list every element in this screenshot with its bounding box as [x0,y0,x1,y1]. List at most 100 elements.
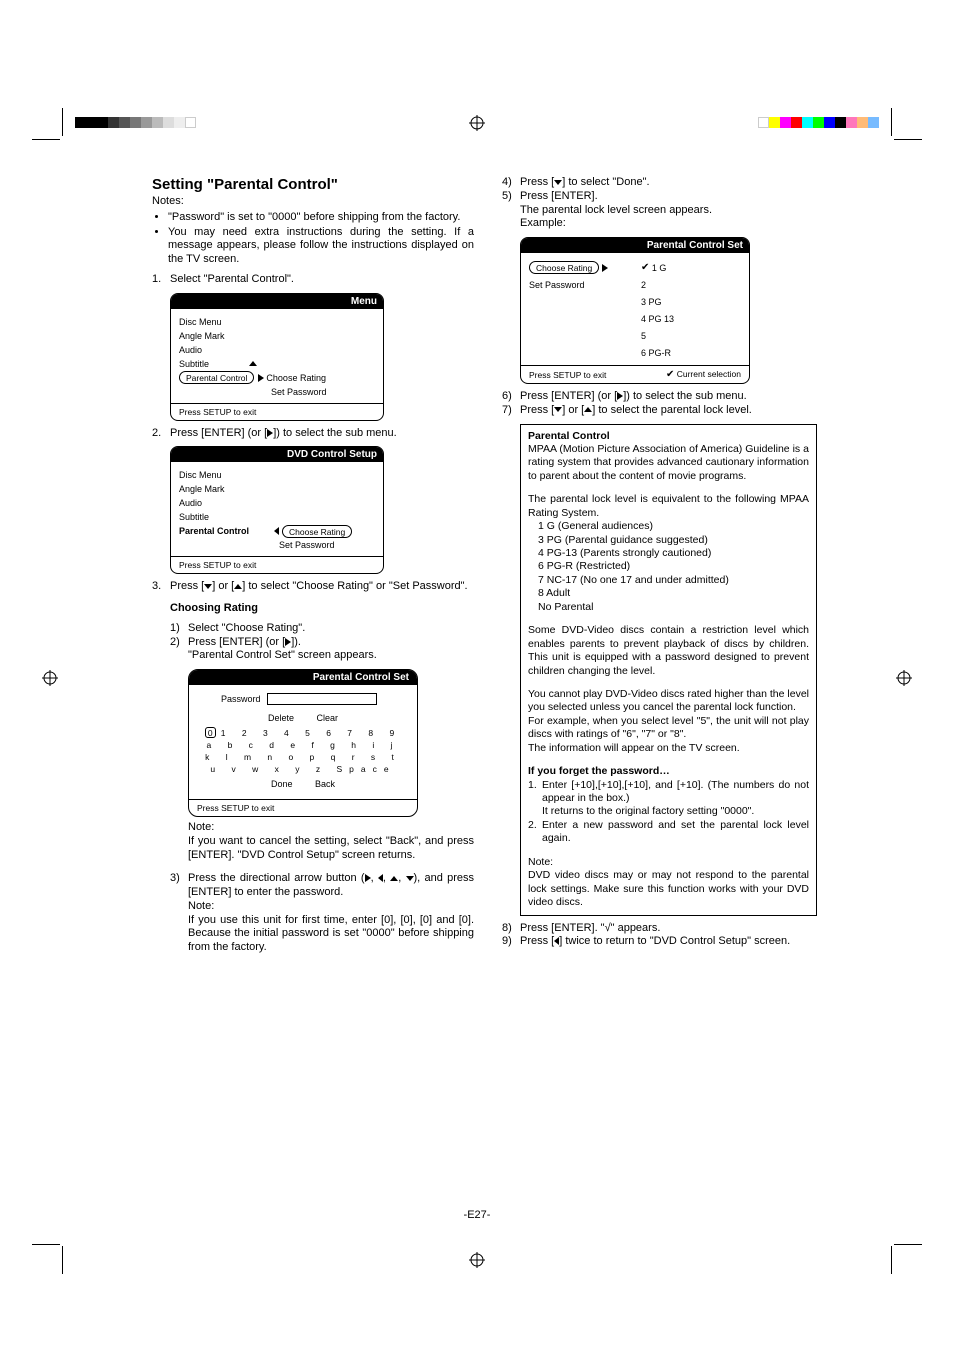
osd-item: Subtitle [179,359,271,369]
osd-item: Set Password [529,280,585,290]
notes-label: Notes: [152,195,474,209]
osd-level: 2 [641,280,646,290]
osd-item: Subtitle [179,512,271,522]
step-text: Press the directional arrow button (, , … [188,872,474,955]
registration-mark-right [896,670,912,686]
note-text: If you use this unit for first time, ent… [188,914,474,954]
choosing-rating-heading: Choosing Rating [170,602,474,616]
osd-char-row: k l m n o p q r s t [199,751,407,763]
osd-char-0: 0 [205,727,216,738]
note-label: Note: [188,821,474,835]
step-number: 2. [528,819,542,846]
osd-title: DVD Control Setup [171,447,383,462]
osd-delete: Delete [268,713,294,723]
osd-footer: Press SETUP to exit [171,556,383,573]
step-3: 3. Press [] or [] to select "Choose Rati… [152,580,474,594]
osd-title: Menu [171,294,383,309]
step-1: 1. Select "Parental Control". [152,273,474,287]
rating-level: 7 NC-17 (No one 17 and under admitted) [538,574,809,587]
registration-mark-top [469,115,485,131]
info-box-text: Some DVD-Video discs contain a restricti… [528,624,809,678]
section-heading: Setting "Parental Control" [152,176,474,193]
osd-item: Angle Mark [179,331,271,341]
registration-mark-left [42,670,58,686]
osd-level: 1 G [652,263,667,273]
left-arrow-icon [274,527,279,535]
step-text: Press [] twice to return to "DVD Control… [520,935,817,949]
registration-mark-bottom [469,1252,485,1268]
osd-char-row: 1 2 3 4 5 6 7 8 9 [221,728,401,738]
rating-level: 8 Adult [538,587,809,600]
osd-parental-control-set: Parental Control Set Password Delete Cle… [188,669,418,817]
right-arrow-icon [258,374,264,382]
osd-level: 6 PG-R [641,348,671,358]
step-number: 7) [502,404,520,418]
step-text: Select "Parental Control". [170,273,474,287]
info-box-text: The parental lock level is equivalent to… [528,493,809,520]
substep-1: 1) Select "Choose Rating". [170,622,474,636]
password-input-box [267,693,377,705]
note-item: "Password" is set to "0000" before shipp… [168,211,474,225]
info-box-text: MPAA (Motion Picture Association of Amer… [528,443,809,483]
substep-8: 8) Press [ENTER]. "√" appears. [502,922,817,936]
note-item: You may need extra instructions during t… [168,226,474,267]
step-text: Press [ENTER] (or []) to select the sub … [170,427,474,441]
page-footer: -E27- [0,1209,954,1221]
osd-title: Parental Control Set [189,670,417,685]
step-number: 2) [170,636,188,664]
left-arrow-icon [378,874,383,882]
step-text: Select "Choose Rating". [188,622,474,636]
osd-sub-item: Set Password [279,540,375,550]
osd-back: Back [315,779,335,789]
osd-item: Disc Menu [179,317,271,327]
rating-level: No Parental [538,601,809,614]
step-text: Press [ENTER]. "√" appears. [520,922,817,936]
osd-sub-item: Set Password [271,387,375,397]
right-column: 4) Press [] to select "Done". 5) Press [… [502,176,817,955]
substep-2: 2) Press [ENTER] (or []). "Parental Cont… [170,636,474,664]
step-number: 2. [152,427,170,441]
step-number: 1) [170,622,188,636]
step-number: 4) [502,176,520,190]
step-number: 1. [152,273,170,287]
step-text: Press [] or [] to select the parental lo… [520,404,817,418]
note-label: Note: [188,900,214,912]
colorbar-right [758,117,879,128]
notes-list: "Password" is set to "0000" before shipp… [152,211,474,267]
info-box-text: The information will appear on the TV sc… [528,742,809,755]
step-text: Press [ENTER]. The parental lock level s… [520,190,817,231]
osd-level: 4 PG 13 [641,314,674,324]
osd-item: Disc Menu [179,470,271,480]
osd-level: 5 [641,331,646,341]
osd-title: Parental Control Set [521,238,749,253]
osd-clear: Clear [317,713,339,723]
osd-done: Done [271,779,293,789]
note-label: Note: [528,856,809,869]
osd-char-row: a b c d e f g h i j [199,739,407,751]
step-text: Press [] to select "Done". [520,176,817,190]
step-number: 3. [152,580,170,594]
left-column: Setting "Parental Control" Notes: "Passw… [152,176,474,955]
osd-item-selected: Choose Rating [529,261,599,274]
osd-item-selected: Parental Control [179,371,254,384]
step-number: 6) [502,390,520,404]
step-number: 8) [502,922,520,936]
substep-5: 5) Press [ENTER]. The parental lock leve… [502,190,817,231]
osd-footer-left: Press SETUP to exit [529,370,606,380]
down-arrow-icon [406,876,414,881]
osd-item: Audio [179,498,271,508]
osd-parental-control-set-levels: Parental Control Set Choose Rating Set P… [520,237,750,384]
substep-6: 6) Press [ENTER] (or []) to select the s… [502,390,817,404]
step-number: 5) [502,190,520,231]
osd-char-row: u v w x y z Space [199,763,407,775]
osd-sub-item-selected: Choose Rating [282,525,352,538]
osd-footer: Press SETUP to exit [171,403,383,420]
osd-item-selected: Parental Control [179,526,271,536]
substep-7: 7) Press [] or [] to select the parental… [502,404,817,418]
step-number: 1. [528,779,542,819]
osd-menu: Menu Disc Menu Angle Mark Audio Subtitle… [170,293,384,421]
osd-sub-item: Choose Rating [266,373,375,383]
up-arrow-icon [390,876,398,881]
osd-item: Audio [179,345,271,355]
step-text: It returns to the original factory setti… [542,805,754,817]
